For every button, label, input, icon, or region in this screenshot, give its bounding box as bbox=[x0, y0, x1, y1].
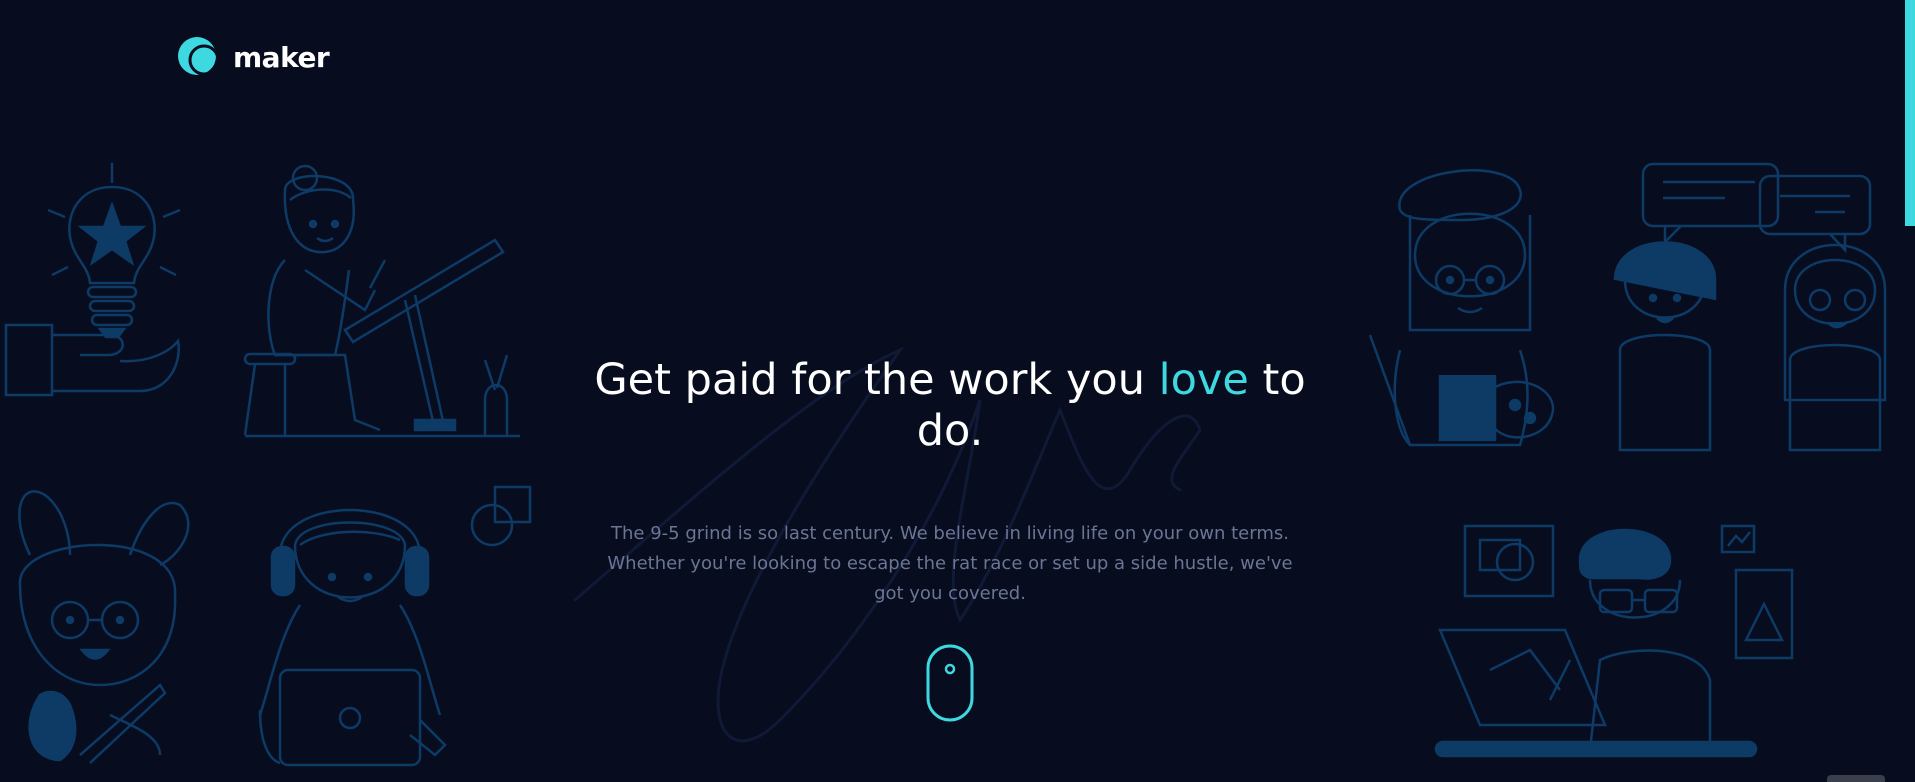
shapes-decoration bbox=[470, 485, 535, 550]
bunny-girl-illustration bbox=[0, 485, 205, 765]
logo-mark-icon bbox=[178, 37, 220, 76]
painter-beret-illustration bbox=[1370, 160, 1560, 450]
headphones-laptop-illustration bbox=[250, 485, 455, 765]
artist-easel-illustration bbox=[245, 160, 525, 440]
hero-title-accent: love bbox=[1158, 355, 1249, 405]
designer-tablet-illustration bbox=[1440, 520, 1800, 765]
logo-link[interactable]: maker bbox=[177, 34, 330, 80]
lightbulb-hand-illustration bbox=[0, 155, 185, 405]
conversation-illustration bbox=[1615, 160, 1895, 450]
corner-widget[interactable] bbox=[1827, 775, 1885, 782]
mouse-scroll-icon[interactable] bbox=[925, 643, 975, 723]
logo-text: maker bbox=[233, 40, 330, 74]
scroll-progress-bar bbox=[1905, 0, 1915, 226]
hero-title: Get paid for the work you love to do. bbox=[560, 355, 1340, 457]
hero-section: Get paid for the work you love to do. Th… bbox=[560, 355, 1340, 609]
hero-title-part1: Get paid for the work you bbox=[594, 355, 1159, 405]
hero-subtitle: The 9-5 grind is so last century. We bel… bbox=[607, 523, 1293, 604]
landing-page: maker Get paid for the work you love to … bbox=[0, 0, 1915, 782]
